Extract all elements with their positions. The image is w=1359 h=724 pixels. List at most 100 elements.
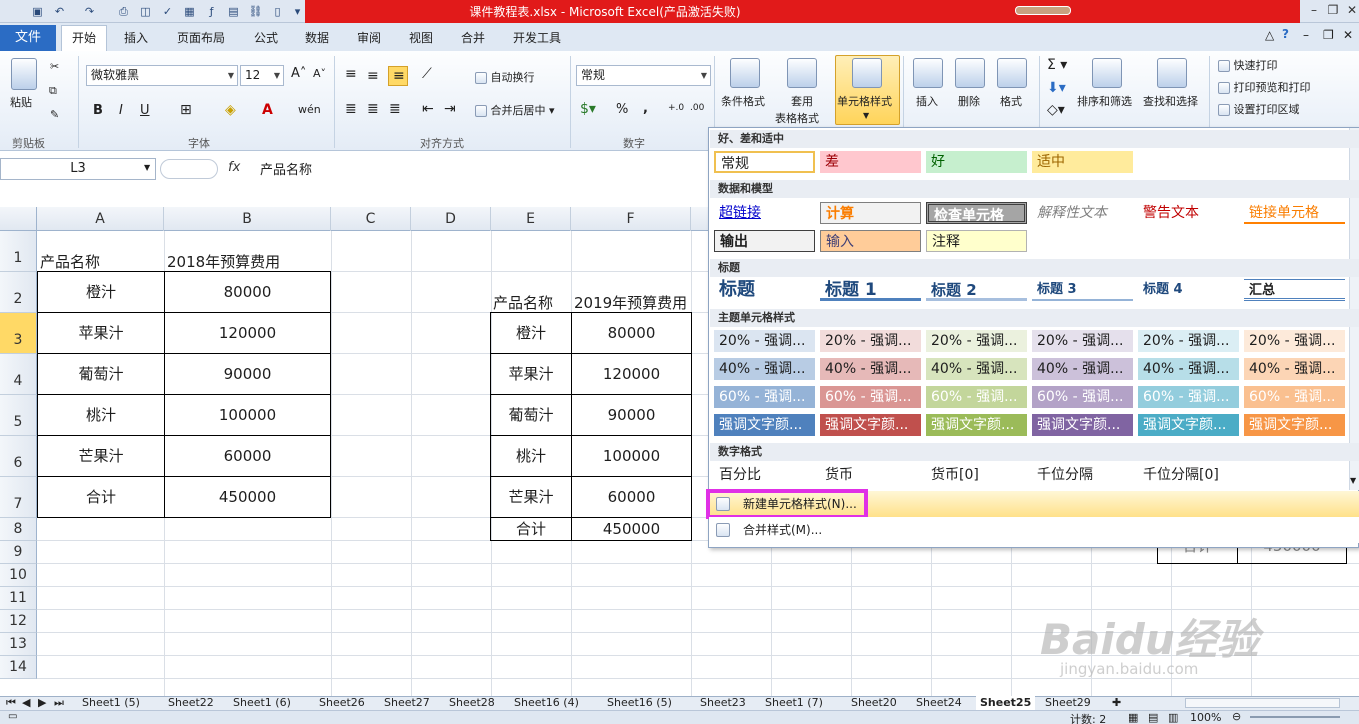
column-header-d[interactable]: D <box>411 207 491 231</box>
link-icon[interactable]: ⛓ <box>248 4 263 19</box>
sheet-tab[interactable]: Sheet24 <box>916 696 962 710</box>
row-header[interactable]: 7 <box>0 477 37 518</box>
doc-icon[interactable]: ▯ <box>270 4 285 19</box>
table-cell[interactable]: 芒果汁 <box>37 435 165 477</box>
format-table-icon[interactable] <box>787 58 817 88</box>
conditional-format-button[interactable]: 条件格式 <box>721 93 765 109</box>
percent-button[interactable]: % <box>616 102 628 117</box>
italic-button[interactable]: I <box>119 103 123 118</box>
style-percent[interactable]: 百分比 <box>714 464 815 486</box>
style-20-accent3[interactable]: 20% - 强调... <box>926 330 1027 352</box>
style-accent4[interactable]: 强调文字颜... <box>1032 414 1133 436</box>
row-header[interactable]: 12 <box>0 610 37 633</box>
sheet-tab[interactable]: Sheet20 <box>851 696 897 710</box>
style-hyperlink[interactable]: 超链接 <box>714 202 815 224</box>
row-header-selected[interactable]: 3 <box>0 313 37 354</box>
tab-file[interactable]: 文件 <box>0 25 56 51</box>
undo-icon[interactable]: ↶ <box>52 4 67 19</box>
formula-input[interactable]: 产品名称 <box>260 159 312 178</box>
style-currency-0[interactable]: 货币[0] <box>926 464 1027 486</box>
style-input[interactable]: 输入 <box>820 230 921 252</box>
format-cells-button[interactable]: 格式 <box>1000 93 1022 109</box>
form-icon[interactable]: ▤ <box>226 4 241 19</box>
grow-font-button[interactable]: A˄ <box>291 66 306 81</box>
quick-print-button[interactable]: 快速打印 <box>1218 57 1278 73</box>
sheet-tab[interactable]: Sheet23 <box>700 696 746 710</box>
row-header[interactable]: 9 <box>0 541 37 564</box>
paste-button[interactable]: 粘贴 <box>10 94 32 110</box>
preview-icon[interactable]: ◫ <box>138 4 153 19</box>
sort-filter-icon[interactable] <box>1092 58 1122 88</box>
zoom-level[interactable]: 100% <box>1190 711 1221 724</box>
align-top-icon[interactable]: ≡ <box>345 66 357 82</box>
decrease-decimal-icon[interactable]: .00 <box>690 103 704 113</box>
row-header[interactable]: 5 <box>0 395 37 436</box>
style-60-accent1[interactable]: 60% - 强调... <box>714 386 815 408</box>
style-comma[interactable]: 千位分隔 <box>1032 464 1133 486</box>
row-header[interactable]: 2 <box>0 272 37 313</box>
table-cell[interactable]: 合计 <box>490 517 572 541</box>
tab-merge[interactable]: 合并 <box>461 29 485 46</box>
align-center-icon[interactable]: ≣ <box>367 101 379 117</box>
save-icon[interactable]: ▣ <box>30 4 45 19</box>
row-header[interactable]: 6 <box>0 436 37 477</box>
table-cell[interactable]: 苹果汁 <box>37 312 165 354</box>
table-cell[interactable]: 450000 <box>571 517 692 541</box>
sheet-tab[interactable]: Sheet1 (5) <box>82 696 140 710</box>
style-heading-4[interactable]: 标题 4 <box>1138 279 1239 301</box>
comma-button[interactable]: , <box>643 101 648 116</box>
row-header[interactable]: 8 <box>0 518 37 541</box>
format-painter-icon[interactable]: ✎ <box>50 108 59 121</box>
insert-cells-icon[interactable] <box>913 58 943 88</box>
row-header[interactable]: 1 <box>0 231 37 272</box>
table-cell[interactable]: 葡萄汁 <box>37 353 165 395</box>
style-40-accent5[interactable]: 40% - 强调... <box>1138 358 1239 380</box>
font-color-icon[interactable]: A <box>262 102 273 118</box>
style-heading-1[interactable]: 标题 1 <box>820 279 921 301</box>
page-layout-view-icon[interactable]: ▤ <box>1148 711 1158 724</box>
print-preview-button[interactable]: 打印预览和打印 <box>1218 79 1311 95</box>
row-header[interactable]: 11 <box>0 587 37 610</box>
table-cell[interactable]: 芒果汁 <box>490 476 572 518</box>
table-cell[interactable]: 60000 <box>164 435 331 477</box>
style-linked-cell[interactable]: 链接单元格 <box>1244 202 1345 224</box>
fill-icon[interactable]: ⬇▾ <box>1047 80 1066 96</box>
page-break-view-icon[interactable]: ▥ <box>1168 711 1178 724</box>
sheet-tab[interactable]: Sheet27 <box>384 696 430 710</box>
style-40-accent2[interactable]: 40% - 强调... <box>820 358 921 380</box>
name-box-dropdown-icon[interactable]: ▼ <box>144 163 150 172</box>
select-all-button[interactable] <box>0 207 37 231</box>
sheet-nav-next-icon[interactable]: ▶ <box>38 696 46 710</box>
row-header[interactable]: 14 <box>0 656 37 679</box>
cell-styles-icon[interactable] <box>852 58 882 88</box>
table-cell[interactable]: 80000 <box>164 271 331 313</box>
row-header[interactable]: 13 <box>0 633 37 656</box>
style-20-accent5[interactable]: 20% - 强调... <box>1138 330 1239 352</box>
orientation-icon[interactable]: ⟋ <box>422 66 432 82</box>
autosum-icon[interactable]: Σ ▾ <box>1047 57 1067 73</box>
doc-minimize-icon[interactable]: – <box>1303 28 1309 42</box>
sheet-nav-last-icon[interactable]: ⏭ <box>54 696 64 710</box>
style-warning[interactable]: 警告文本 <box>1138 202 1239 224</box>
cell-f2[interactable]: 2019年预算费用 <box>574 292 687 313</box>
table-cell[interactable]: 橙汁 <box>37 271 165 313</box>
tab-home[interactable]: 开始 <box>61 25 107 52</box>
help-icon[interactable]: ? <box>1282 27 1289 41</box>
table-cell[interactable]: 葡萄汁 <box>490 394 572 436</box>
insert-sheet-icon[interactable]: ✚ <box>1112 696 1121 710</box>
conditional-format-icon[interactable] <box>730 58 760 88</box>
spell-icon[interactable]: ✓ <box>160 4 175 19</box>
insert-function-icon[interactable]: fx <box>228 160 240 175</box>
tab-review[interactable]: 审阅 <box>357 29 381 46</box>
align-middle-icon[interactable]: ≡ <box>367 68 379 84</box>
format-table-button[interactable]: 套用 <box>791 93 813 109</box>
shrink-font-button[interactable]: A˅ <box>313 67 326 80</box>
style-60-accent3[interactable]: 60% - 强调... <box>926 386 1027 408</box>
currency-icon[interactable]: $▾ <box>580 101 596 117</box>
gallery-more-icon[interactable]: ▼ <box>1350 476 1356 485</box>
table-cell[interactable]: 450000 <box>164 476 331 518</box>
style-heading-3[interactable]: 标题 3 <box>1032 279 1133 301</box>
table-cell[interactable]: 80000 <box>571 312 692 354</box>
underline-button[interactable]: U <box>140 103 150 118</box>
sheet-tab[interactable]: Sheet16 (4) <box>514 696 579 710</box>
